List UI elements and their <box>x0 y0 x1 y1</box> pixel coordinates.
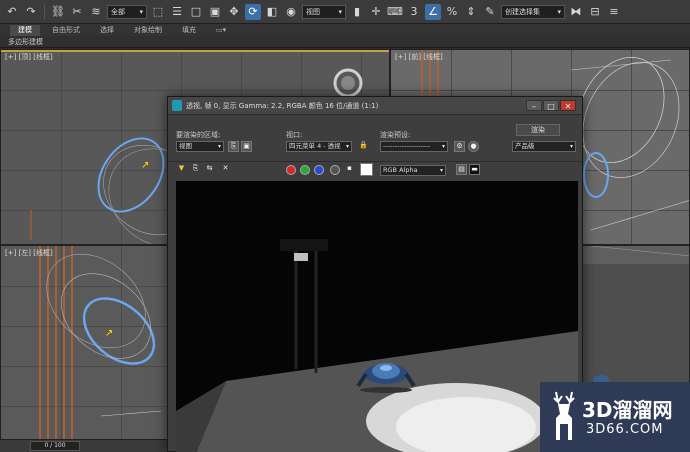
copy-image-icon[interactable]: ⎘ <box>190 164 201 175</box>
channel-dropdown[interactable]: RGB Alpha ▾ <box>380 165 446 176</box>
minimize-button[interactable]: – <box>526 100 542 111</box>
undo-icon[interactable]: ↶ <box>4 4 20 20</box>
select-manipulate-icon[interactable]: ✛ <box>368 4 384 20</box>
area-to-render-value: 视图 <box>179 142 192 150</box>
main-toolbar: ↶ ↷ ⛓ ✂ ≋ 全部 ▾ ⬚ ☰ □ ▣ ✥ ⟳ ◧ ◉ 视图 ▾ ▮ ✛ ⌨ … <box>0 0 690 24</box>
rendered-scene <box>176 239 578 452</box>
render-preset-value: -------------------- <box>383 142 430 150</box>
scale-icon[interactable]: ◧ <box>264 4 280 20</box>
rendered-frame-window: 透视, 帧 0, 显示 Gamma: 2.2, RGBA 颜色 16 位/通道 … <box>167 96 583 452</box>
named-selection-dropdown[interactable]: 创建选择集 ▾ <box>501 4 565 19</box>
area-to-render-dropdown[interactable]: 视图 ▾ <box>176 141 224 152</box>
red-channel-toggle[interactable] <box>286 165 296 175</box>
production-value: 产品级 <box>515 142 535 150</box>
tab-modeling[interactable]: 建模 <box>10 24 40 36</box>
pivot-center-icon[interactable]: ▮ <box>349 4 365 20</box>
place-icon[interactable]: ◉ <box>283 4 299 20</box>
tab-object-paint[interactable]: 对象绘制 <box>126 25 170 36</box>
monochrome-icon[interactable]: ▪ <box>344 164 355 175</box>
align-icon[interactable]: ⊟ <box>587 4 603 20</box>
render-preset-dropdown[interactable]: -------------------- ▾ <box>380 141 448 152</box>
area-to-render-label: 要渲染的区域: <box>176 131 221 139</box>
layer-manager-icon[interactable]: ≡ <box>606 4 622 20</box>
spinner-snap-icon[interactable]: ⇕ <box>463 4 479 20</box>
toolbar-divider <box>44 3 45 20</box>
ribbon-options-icon[interactable]: ▭▾ <box>208 25 234 36</box>
render-window-toolbar: ▼ ⎘ ⇆ ✕ ▪ RGB Alpha ▾ ▤ ▬ <box>168 161 582 177</box>
reference-coord-dropdown[interactable]: 视图 ▾ <box>302 4 346 19</box>
rotate-icon[interactable]: ⟳ <box>245 3 261 20</box>
svg-text:↗: ↗ <box>105 328 113 339</box>
selection-filter-value: 全部 <box>111 7 125 16</box>
unlink-icon[interactable]: ✂ <box>69 4 85 20</box>
tab-populate[interactable]: 填充 <box>174 25 204 36</box>
redo-icon[interactable]: ↷ <box>23 4 39 20</box>
render-preset-label: 渲染预设: <box>380 131 411 139</box>
rect-selection-icon[interactable]: □ <box>188 4 204 20</box>
display-mode-icon[interactable]: ▬ <box>469 164 480 175</box>
rendered-image[interactable] <box>176 181 578 452</box>
channel-value: RGB Alpha <box>383 166 418 174</box>
mirror-icon[interactable]: ⧓ <box>568 4 584 20</box>
render-button[interactable]: 渲染 <box>516 124 560 136</box>
ribbon-panel-label[interactable]: 多边形建模 <box>0 36 690 48</box>
ribbon-tab-bar: 建模 自由形式 选择 对象绘制 填充 ▭▾ <box>0 24 690 36</box>
tab-selection[interactable]: 选择 <box>92 25 122 36</box>
auto-region-icon[interactable]: ▣ <box>241 141 252 152</box>
edit-region-icon[interactable]: ⎘ <box>228 141 239 152</box>
close-button[interactable]: ✕ <box>560 100 576 111</box>
snaps-toggle-icon[interactable]: 3 <box>406 4 422 20</box>
keyboard-shortcut-icon[interactable]: ⌨ <box>387 4 403 20</box>
render-setup-icon[interactable]: ⚙ <box>454 141 465 152</box>
3dsmax-app: ↶ ↷ ⛓ ✂ ≋ 全部 ▾ ⬚ ☰ □ ▣ ✥ ⟳ ◧ ◉ 视图 ▾ ▮ ✛ ⌨ … <box>0 0 690 452</box>
bind-spacewarp-icon[interactable]: ≋ <box>88 4 104 20</box>
environment-icon[interactable]: ● <box>468 141 479 152</box>
toggle-ui-overlay-icon[interactable]: ▤ <box>456 164 467 175</box>
3dsmax-app-icon <box>172 100 182 111</box>
lock-icon[interactable]: 🔒 <box>358 141 369 152</box>
green-channel-toggle[interactable] <box>300 165 310 175</box>
render-window-titlebar[interactable]: 透视, 帧 0, 显示 Gamma: 2.2, RGBA 颜色 16 位/通道 … <box>168 97 582 115</box>
clear-icon[interactable]: ✕ <box>220 164 231 175</box>
percent-snap-icon[interactable]: % <box>444 4 460 20</box>
move-icon[interactable]: ✥ <box>226 4 242 20</box>
viewport-dropdown[interactable]: 四元菜单 4 - 透视 ▾ <box>286 141 352 152</box>
angle-snap-icon[interactable]: ∠ <box>425 3 441 20</box>
watermark-url: 3D66.COM <box>586 422 664 437</box>
reference-coord-value: 视图 <box>306 7 320 16</box>
tab-freeform[interactable]: 自由形式 <box>44 25 88 36</box>
color-swatch[interactable] <box>360 163 373 176</box>
viewport-value: 四元菜单 4 - 透视 <box>289 142 341 150</box>
deer-logo-icon <box>553 391 575 440</box>
save-image-icon[interactable]: ▼ <box>176 164 187 175</box>
production-dropdown[interactable]: 产品级 ▾ <box>512 141 576 152</box>
selection-filter-dropdown[interactable]: 全部 ▾ <box>107 4 147 19</box>
watermark-3d66: 3D溜溜网 3D66.COM <box>540 382 690 452</box>
frame-counter[interactable]: 0 / 100 <box>30 441 80 451</box>
select-by-name-icon[interactable]: ☰ <box>169 4 185 20</box>
maximize-button[interactable]: □ <box>543 100 559 111</box>
named-selection-value: 创建选择集 <box>505 7 540 16</box>
clone-frame-icon[interactable]: ⇆ <box>204 164 215 175</box>
link-icon[interactable]: ⛓ <box>50 4 66 20</box>
watermark-title: 3D溜溜网 <box>582 398 673 422</box>
edit-named-selection-icon[interactable]: ✎ <box>482 4 498 20</box>
blue-channel-toggle[interactable] <box>314 165 324 175</box>
svg-text:↗: ↗ <box>141 160 149 171</box>
left-viewport-wireframe: ↗ <box>46 253 162 417</box>
window-crossing-icon[interactable]: ▣ <box>207 4 223 20</box>
alpha-channel-toggle[interactable] <box>330 165 340 175</box>
render-window-title: 透视, 帧 0, 显示 Gamma: 2.2, RGBA 颜色 16 位/通道 … <box>186 102 379 110</box>
select-object-icon[interactable]: ⬚ <box>150 4 166 20</box>
viewport-label: 视口: <box>286 131 303 139</box>
